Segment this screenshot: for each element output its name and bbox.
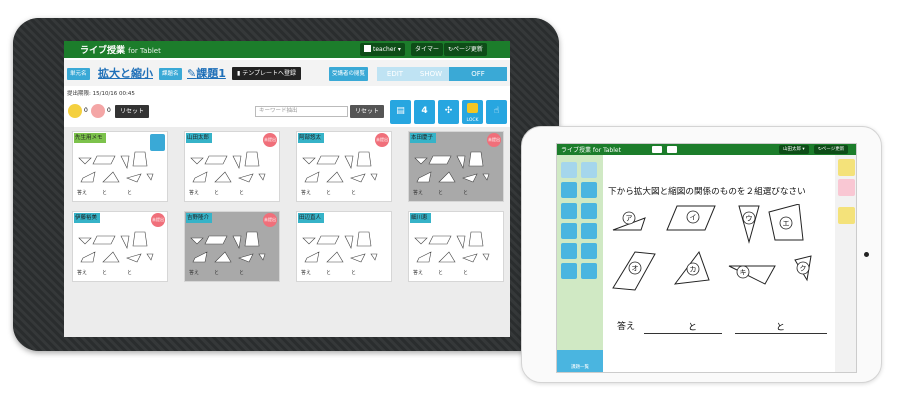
card-answer: 答え と と bbox=[413, 270, 469, 276]
answer-label: 答え bbox=[617, 322, 636, 332]
app-logo: ライブ授業 for Tablet bbox=[80, 46, 161, 56]
student-card[interactable]: 吉野隆介 未提出 答え と と bbox=[184, 211, 280, 282]
page-refresh-button[interactable]: ↻ページ更新 bbox=[814, 145, 849, 154]
edit-icon: ✎ bbox=[187, 67, 197, 80]
student-card[interactable]: 伊藤裕美 未提出 答え と と bbox=[72, 211, 168, 282]
student-card-grid: 先生用メモ 答え と と 山田太郎 未提出 答え と と 阿部悠太 未提出 答え… bbox=[64, 127, 510, 337]
student-card[interactable]: 田辺直人 答え と と bbox=[296, 211, 392, 282]
svg-text:ア: ア bbox=[626, 215, 633, 223]
undo-icon[interactable] bbox=[561, 162, 577, 178]
answer-blank-2[interactable] bbox=[735, 333, 827, 334]
student-card[interactable]: 阿部悠太 未提出 答え と と bbox=[296, 131, 392, 202]
template-register-button[interactable]: ▮ テンプレートへ登録 bbox=[232, 67, 302, 80]
answer-and-2: と bbox=[776, 323, 786, 333]
count-a: 0 bbox=[84, 107, 88, 114]
face-icon[interactable] bbox=[838, 179, 855, 196]
mode-show-button[interactable]: SHOW bbox=[413, 67, 449, 81]
task-list-button[interactable]: 課題一覧 bbox=[557, 350, 603, 372]
mode-edit-button[interactable]: EDIT bbox=[377, 67, 413, 81]
svg-text:ウ: ウ bbox=[746, 215, 753, 223]
card-answer: 答え と と bbox=[189, 270, 245, 276]
task-title-link[interactable]: ✎課題1 bbox=[187, 65, 226, 81]
pointer-hand-icon[interactable]: ☝ bbox=[486, 100, 507, 124]
page-refresh-button[interactable]: ↻ページ更新 bbox=[444, 43, 487, 56]
zoom-in-icon[interactable] bbox=[561, 182, 577, 198]
lock-button[interactable]: LOCK bbox=[462, 100, 483, 124]
menu-icon[interactable] bbox=[667, 146, 677, 153]
teacher-header-bar: ライブ授業 for Tablet teacher ▾ タイマー ↻ページ更新 bbox=[64, 41, 510, 58]
svg-text:オ: オ bbox=[632, 265, 639, 273]
student-screen: ライブ授業 for Tablet 山田太郎 ▾ ↻ページ更新 課題一覧 下から拡… bbox=[556, 143, 857, 373]
eraser-icon[interactable] bbox=[581, 223, 597, 239]
svg-text:イ: イ bbox=[690, 214, 697, 222]
card-answer: 答え と と bbox=[301, 270, 357, 276]
deadline-text: 提出期限: 15/10/16 00:45 bbox=[67, 91, 135, 97]
keyword-search-input[interactable]: キーワード抽出 bbox=[255, 106, 348, 117]
network-icon[interactable]: ✣ bbox=[438, 100, 459, 124]
viewer-mode-label: 受講者の閲覧 bbox=[329, 67, 369, 81]
student-card[interactable]: 本田慶子 未提出 答え と と bbox=[408, 131, 504, 202]
count-b: 0 bbox=[107, 107, 111, 114]
reset-button[interactable]: リセット bbox=[115, 105, 150, 118]
answer-and-1: と bbox=[688, 323, 698, 333]
print-icon[interactable]: ▤ bbox=[390, 100, 411, 124]
zoom-out-icon[interactable] bbox=[581, 182, 597, 198]
stamp-icon[interactable] bbox=[581, 243, 597, 259]
search-reset-button[interactable]: リセット bbox=[350, 105, 385, 118]
student-header-bar: ライブ授業 for Tablet 山田太郎 ▾ ↻ページ更新 bbox=[557, 144, 856, 155]
card-answer: 答え と と bbox=[301, 190, 357, 196]
student-user-menu[interactable]: 山田太郎 ▾ bbox=[779, 145, 809, 154]
tool-palette: 課題一覧 bbox=[557, 155, 603, 372]
submit-icon[interactable] bbox=[838, 207, 855, 224]
card-answer: 答え と と bbox=[77, 270, 133, 276]
app-logo: ライブ授業 for Tablet bbox=[561, 147, 621, 154]
card-answer: 答え と と bbox=[77, 190, 133, 196]
answer-blank-1[interactable] bbox=[644, 333, 722, 334]
student-card[interactable]: 山田太郎 未提出 答え と と bbox=[184, 131, 280, 202]
select-area-icon[interactable] bbox=[581, 203, 597, 219]
svg-text:キ: キ bbox=[740, 269, 747, 277]
hand-icon[interactable] bbox=[561, 223, 577, 239]
unit-tag: 単元名 bbox=[67, 68, 90, 80]
student-card[interactable]: 先生用メモ 答え と と bbox=[72, 131, 168, 202]
question-text: 下から拡大図と縮図の関係のものを２組選びなさい bbox=[608, 187, 806, 197]
card-answer: 答え と と bbox=[189, 190, 245, 196]
smile-face-icon[interactable] bbox=[838, 159, 855, 176]
keyboard-icon[interactable] bbox=[652, 146, 662, 153]
student-card[interactable]: 細川恵 答え と と bbox=[408, 211, 504, 282]
svg-text:ク: ク bbox=[800, 265, 807, 273]
user-icon bbox=[364, 45, 371, 52]
shape-icon[interactable] bbox=[561, 243, 577, 259]
timer-button[interactable]: タイマー bbox=[411, 43, 444, 56]
image-icon[interactable] bbox=[561, 263, 577, 279]
redo-icon[interactable] bbox=[581, 162, 597, 178]
teacher-avatar-icon bbox=[91, 104, 105, 118]
student-avatar-icon bbox=[68, 104, 82, 118]
teacher-user-menu[interactable]: teacher ▾ bbox=[360, 43, 405, 56]
right-panel bbox=[835, 155, 856, 372]
pen-icon[interactable] bbox=[561, 203, 577, 219]
svg-text:エ: エ bbox=[783, 220, 790, 228]
home-button bbox=[864, 252, 869, 257]
task-header-row: 単元名 拡大と縮小 課題名 ✎課題1 ▮ テンプレートへ登録 受講者の閲覧 ED… bbox=[64, 60, 510, 86]
svg-text:カ: カ bbox=[690, 266, 697, 274]
lock-icon bbox=[467, 103, 478, 113]
teacher-screen: ライブ授業 for Tablet teacher ▾ タイマー ↻ページ更新 単… bbox=[64, 41, 510, 337]
card-answer: 答え と と bbox=[413, 190, 469, 196]
brush-icon[interactable] bbox=[581, 263, 597, 279]
mode-off-button[interactable]: OFF bbox=[449, 67, 507, 81]
task-tag: 課題名 bbox=[159, 68, 182, 80]
unit-title-link[interactable]: 拡大と縮小 bbox=[98, 65, 153, 81]
layout-count-button[interactable]: 4 bbox=[414, 100, 435, 124]
shapes-figure: ア イ ウ エ オ カ キ ク bbox=[612, 204, 812, 291]
